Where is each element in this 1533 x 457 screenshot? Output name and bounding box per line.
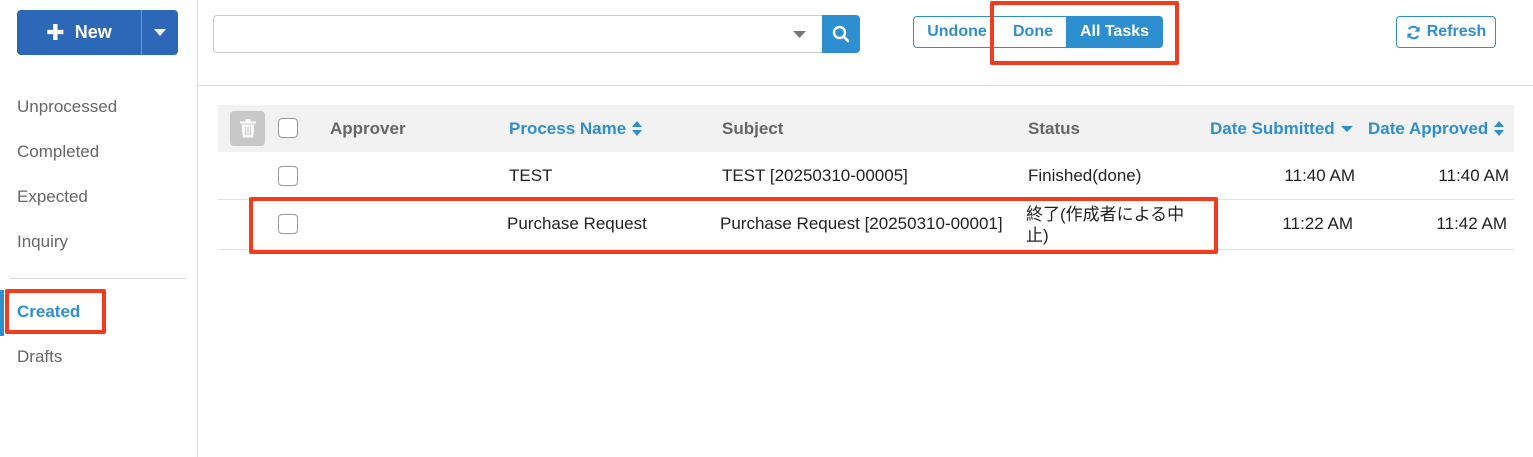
column-header-status: Status <box>1028 119 1080 138</box>
row-checkbox[interactable] <box>278 166 298 186</box>
row-process-name[interactable]: TEST <box>509 166 552 186</box>
row-process-name[interactable]: Purchase Request <box>507 214 647 234</box>
sidebar-divider <box>10 278 186 279</box>
column-header-label: Date Submitted <box>1210 119 1335 138</box>
sidebar-item-created[interactable]: Created <box>17 302 80 322</box>
refresh-label: Refresh <box>1426 23 1487 40</box>
filter-undone[interactable]: Undone <box>913 16 1001 48</box>
row-date-approved: 11:40 AM <box>1438 166 1509 185</box>
caret-down-icon[interactable] <box>793 31 806 39</box>
sort-desc-icon <box>1340 126 1353 132</box>
sidebar: ✚ New Unprocessed Completed Expected Inq… <box>0 0 198 457</box>
row-subject[interactable]: Purchase Request [20250310-00001] <box>720 214 1003 234</box>
delete-button[interactable] <box>230 111 265 146</box>
row-date-submitted: 11:40 AM <box>1284 166 1355 185</box>
active-indicator <box>0 290 4 336</box>
caret-down-icon <box>154 28 166 36</box>
search-icon <box>832 25 850 43</box>
sidebar-item-drafts[interactable]: Drafts <box>17 347 62 367</box>
row-status: Finished(done) <box>1028 166 1142 185</box>
search-field <box>213 15 822 53</box>
trash-icon <box>239 119 256 138</box>
sort-icon <box>632 121 643 136</box>
column-header-label: Process Name <box>509 119 627 138</box>
row-date-approved: 11:42 AM <box>1436 214 1507 233</box>
sidebar-item-expected[interactable]: Expected <box>17 187 88 207</box>
refresh-button[interactable]: Refresh <box>1396 16 1496 48</box>
row-checkbox[interactable] <box>278 214 298 234</box>
new-button[interactable]: ✚ New <box>17 10 141 55</box>
sort-icon <box>1494 121 1505 136</box>
new-button-label: New <box>74 22 112 42</box>
toolbar-divider <box>198 85 1533 86</box>
select-all-checkbox[interactable] <box>278 118 298 138</box>
filter-done[interactable]: Done <box>1000 16 1067 48</box>
plus-icon: ✚ <box>46 19 65 45</box>
column-header-subject: Subject <box>722 119 784 138</box>
sidebar-item-inquiry[interactable]: Inquiry <box>17 232 68 252</box>
row-divider <box>218 199 1514 200</box>
row-date-submitted: 11:22 AM <box>1282 214 1353 233</box>
search-input[interactable] <box>222 16 786 52</box>
column-header-approver: Approver <box>330 119 406 138</box>
new-dropdown-toggle[interactable] <box>141 10 178 55</box>
column-header-process-name[interactable]: Process Name <box>509 119 643 139</box>
filter-all-tasks[interactable]: All Tasks <box>1066 16 1163 48</box>
refresh-icon <box>1407 25 1420 39</box>
column-header-label: Date Approved <box>1368 119 1489 138</box>
sidebar-item-unprocessed[interactable]: Unprocessed <box>17 97 117 117</box>
row-subject[interactable]: TEST [20250310-00005] <box>722 166 908 186</box>
row-status: 終了(作成者による中止) <box>1026 205 1185 245</box>
new-button-group: ✚ New <box>17 10 178 55</box>
sidebar-item-completed[interactable]: Completed <box>17 142 99 162</box>
column-header-date-submitted[interactable]: Date Submitted <box>1210 119 1353 139</box>
column-header-date-approved[interactable]: Date Approved <box>1368 119 1505 139</box>
search-button[interactable] <box>822 15 860 53</box>
row-divider <box>218 249 1514 250</box>
